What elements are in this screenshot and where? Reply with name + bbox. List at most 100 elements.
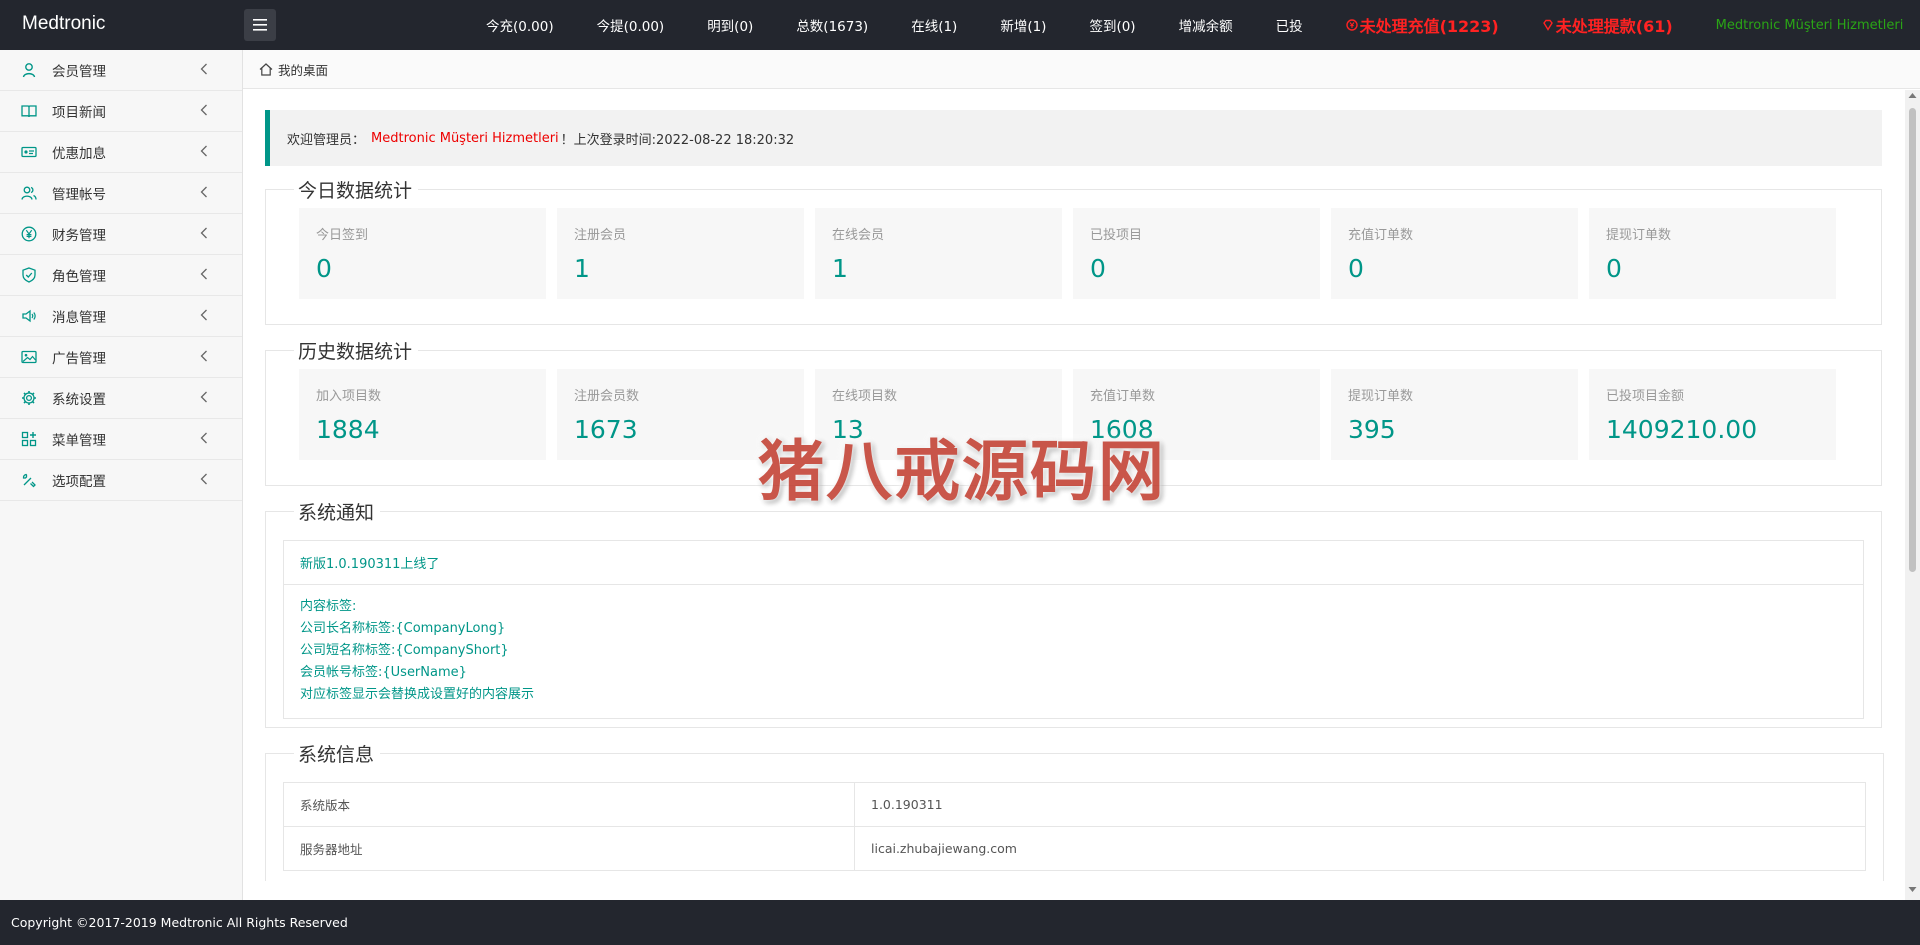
stat-card[interactable]: 加入项目数 1884 <box>299 369 546 460</box>
sidebar-item-options[interactable]: 选项配置 <box>0 460 242 501</box>
stat-value: 0 <box>1606 254 1622 283</box>
stat-card[interactable]: 在线会员 1 <box>815 208 1062 299</box>
stat-value: 1409210.00 <box>1606 415 1758 444</box>
sidebar-item-finance[interactable]: 财务管理 <box>0 214 242 255</box>
system-info-panel: 系统信息 系统版本 1.0.190311 服务器地址 licai.zhubaji… <box>265 740 1884 881</box>
nav-invested[interactable]: 已投 <box>1276 15 1303 35</box>
sidebar-item-label: 选项配置 <box>52 474 106 490</box>
notice-line: 公司短名称标签:{CompanyShort} <box>300 643 509 658</box>
nav-pending-withdraw[interactable]: 未处理提款(61) <box>1542 13 1673 37</box>
info-key: 系统版本 <box>283 782 855 827</box>
table-row: 服务器地址 licai.zhubajiewang.com <box>283 826 1866 871</box>
info-value: 1.0.190311 <box>854 782 1866 827</box>
yen-circle-icon <box>1345 19 1358 31</box>
sidebar-item-members[interactable]: 会员管理 <box>0 50 242 91</box>
sidebar-item-roles[interactable]: 角色管理 <box>0 255 242 296</box>
book-icon <box>21 105 37 118</box>
sidebar-item-label: 消息管理 <box>52 310 106 326</box>
info-value: licai.zhubajiewang.com <box>854 826 1866 871</box>
sidebar-item-menus[interactable]: 菜单管理 <box>0 419 242 460</box>
sidebar-item-label: 优惠加息 <box>52 146 106 162</box>
sidebar-item-ads[interactable]: 广告管理 <box>0 337 242 378</box>
nav-total-members[interactable]: 总数(1673) <box>796 15 868 35</box>
nav-today-recharge[interactable]: 今充(0.00) <box>486 15 554 35</box>
stat-card[interactable]: 今日签到 0 <box>299 208 546 299</box>
nav-today-withdraw[interactable]: 今提(0.00) <box>597 15 665 35</box>
chevron-left-icon <box>200 391 207 403</box>
stat-label: 已投项目金额 <box>1606 389 1685 404</box>
top-header: Medtronic 今充(0.00) 今提(0.00) 明到(0) 总数(167… <box>0 0 1920 50</box>
tab-my-desktop[interactable]: 我的桌面 <box>259 60 328 79</box>
stat-card[interactable]: 已投项目 0 <box>1073 208 1320 299</box>
pending-recharge-label: 未处理充值(1223) <box>1359 17 1499 36</box>
user-icon <box>22 63 36 78</box>
scroll-up-icon[interactable] <box>1908 92 1917 99</box>
stat-value: 1 <box>832 254 848 283</box>
sidebar-item-news[interactable]: 项目新闻 <box>0 91 242 132</box>
notice-line: 内容标签: <box>300 599 357 614</box>
chevron-left-icon <box>200 350 207 362</box>
nav-online[interactable]: 在线(1) <box>911 15 957 35</box>
stat-label: 提现订单数 <box>1606 228 1672 243</box>
dashboard: 欢迎管理员： Medtronic Müşteri Hizmetleri ！上次登… <box>265 110 1884 881</box>
stat-label: 今日签到 <box>316 228 369 243</box>
stat-card[interactable]: 提现订单数 395 <box>1331 369 1578 460</box>
chevron-left-icon <box>200 432 207 444</box>
system-info-title: 系统信息 <box>298 744 375 766</box>
history-stats-title: 历史数据统计 <box>298 341 413 363</box>
stat-card[interactable]: 注册会员数 1673 <box>557 369 804 460</box>
history-stats-panel: 历史数据统计 加入项目数 1884 注册会员数 1673 在线项目数 13 充值订单数… <box>265 337 1882 486</box>
notice-line: 会员帐号标签:{UserName} <box>300 665 467 680</box>
scrollbar-thumb[interactable] <box>1909 108 1916 572</box>
scroll-down-icon[interactable] <box>1908 886 1917 893</box>
stat-card[interactable]: 已投项目金额 1409210.00 <box>1589 369 1836 460</box>
stat-value: 0 <box>1090 254 1106 283</box>
welcome-prefix: 欢迎管理员： <box>287 132 366 148</box>
brand-logo[interactable]: Medtronic <box>22 0 105 50</box>
pending-withdraw-label: 未处理提款(61) <box>1555 17 1673 36</box>
sidebar-item-settings[interactable]: 系统设置 <box>0 378 242 419</box>
stat-label: 加入项目数 <box>316 389 382 404</box>
chevron-left-icon <box>200 227 207 239</box>
sidebar-item-label: 管理帐号 <box>52 187 106 203</box>
stat-label: 注册会员数 <box>574 389 640 404</box>
notice-box: 新版1.0.190311上线了 内容标签: 公司长名称标签:{CompanyLo… <box>283 540 1864 719</box>
nav-new[interactable]: 新增(1) <box>1000 15 1046 35</box>
sidebar-item-promotions[interactable]: 优惠加息 <box>0 132 242 173</box>
stat-card[interactable]: 注册会员 1 <box>557 208 804 299</box>
stat-value: 13 <box>832 415 864 444</box>
last-login-info: ！上次登录时间:2022-08-22 18:20:32 <box>560 132 795 148</box>
stat-card[interactable]: 充值订单数 0 <box>1331 208 1578 299</box>
sidebar-item-label: 财务管理 <box>52 228 106 244</box>
sidebar-item-admin-accounts[interactable]: 管理帐号 <box>0 173 242 214</box>
stat-label: 在线项目数 <box>832 389 898 404</box>
stat-card[interactable]: 充值订单数 1608 <box>1073 369 1320 460</box>
sidebar-item-label: 项目新闻 <box>52 105 106 121</box>
chevron-left-icon <box>200 309 207 321</box>
vertical-scrollbar[interactable] <box>1905 90 1920 900</box>
sidebar-item-label: 广告管理 <box>52 351 106 367</box>
nav-pending-recharge[interactable]: 未处理充值(1223) <box>1345 13 1499 37</box>
info-key: 服务器地址 <box>283 826 855 871</box>
nav-tomorrow-due[interactable]: 明到(0) <box>707 15 753 35</box>
sidebar-item-messages[interactable]: 消息管理 <box>0 296 242 337</box>
sidebar-item-label: 角色管理 <box>52 269 106 285</box>
stat-card[interactable]: 在线项目数 13 <box>815 369 1062 460</box>
admin-user-name[interactable]: Medtronic Müşteri Hizmetleri <box>1716 18 1904 33</box>
chevron-left-icon <box>200 63 207 75</box>
stat-label: 提现订单数 <box>1348 389 1414 404</box>
table-row: 系统版本 1.0.190311 <box>283 782 1866 827</box>
notice-body: 内容标签: 公司长名称标签:{CompanyLong} 公司短名称标签:{Com… <box>284 585 1863 718</box>
speaker-icon <box>22 309 36 323</box>
home-icon <box>259 62 273 76</box>
stat-value: 1608 <box>1090 415 1154 444</box>
welcome-admin-name: Medtronic Müşteri Hizmetleri <box>371 130 559 146</box>
stat-card[interactable]: 提现订单数 0 <box>1589 208 1836 299</box>
nav-adjust-balance[interactable]: 增减余额 <box>1179 15 1233 35</box>
nav-signin[interactable]: 签到(0) <box>1089 15 1135 35</box>
tab-label: 我的桌面 <box>278 62 329 78</box>
notice-headline[interactable]: 新版1.0.190311上线了 <box>284 541 1863 585</box>
sidebar-item-label: 系统设置 <box>52 392 106 408</box>
menu-toggle-button[interactable] <box>244 9 276 41</box>
stat-value: 1884 <box>316 415 380 444</box>
